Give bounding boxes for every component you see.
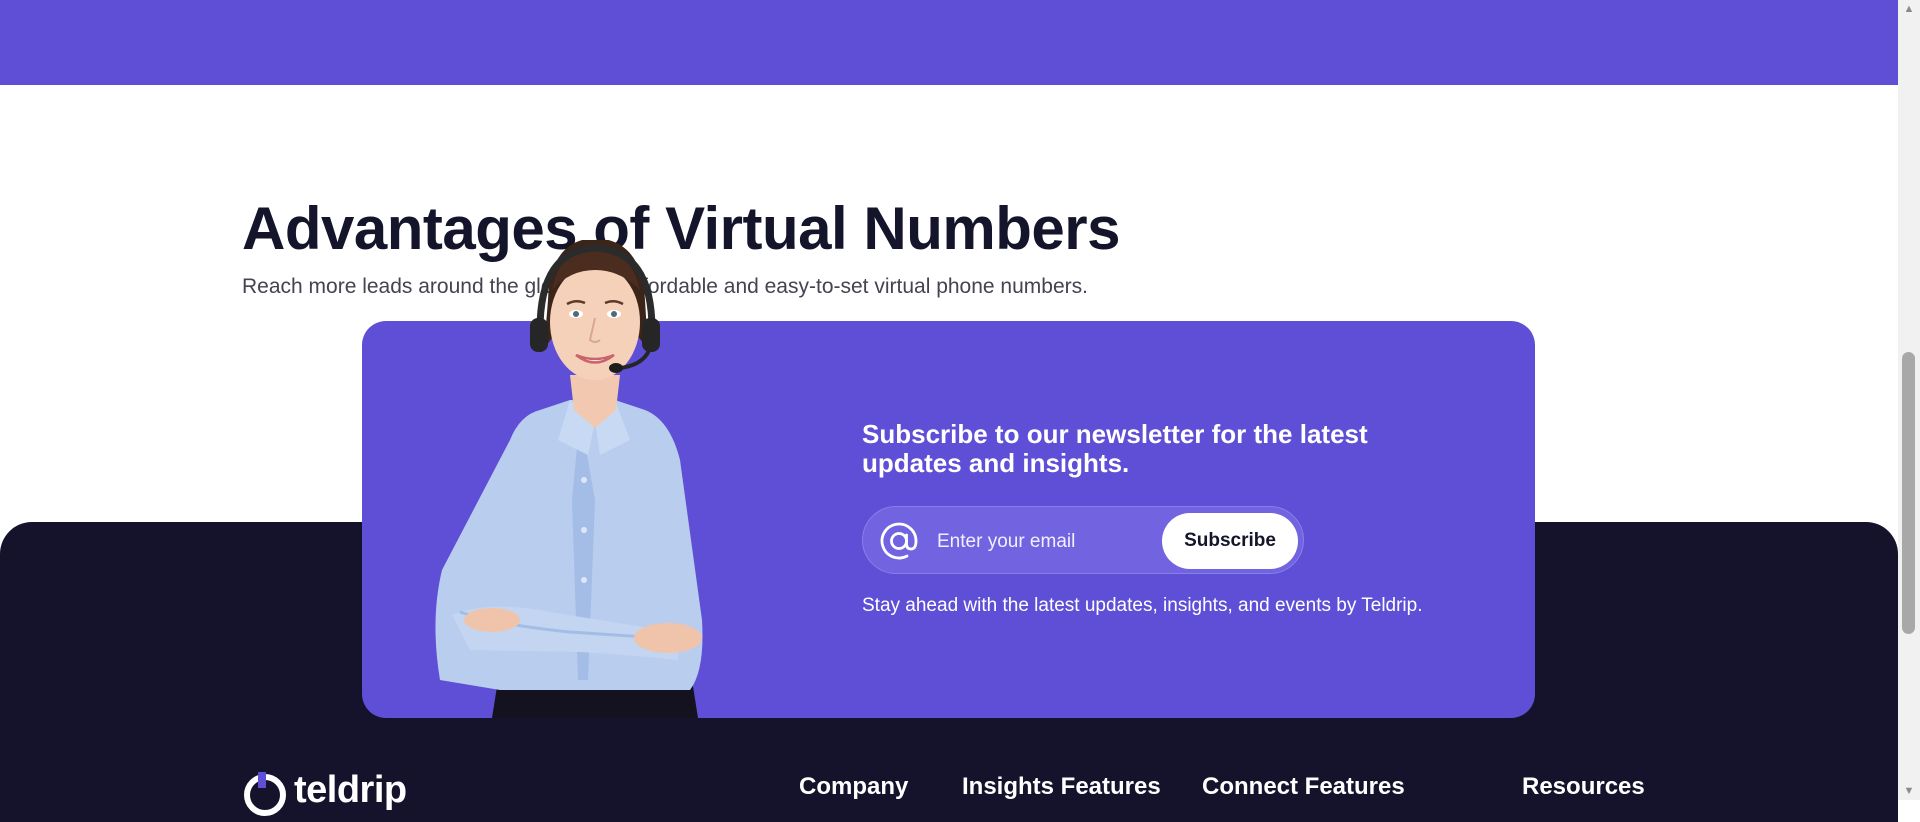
footer-column-insights-features[interactable]: Insights Features <box>962 773 1161 801</box>
teldrip-logo-icon <box>244 772 286 816</box>
footer-logo-text: teldrip <box>294 769 407 811</box>
footer-column-connect-features[interactable]: Connect Features <box>1202 773 1405 801</box>
newsletter-heading: Subscribe to our newsletter for the late… <box>862 419 1368 478</box>
scroll-down-arrow-icon[interactable]: ▼ <box>1898 782 1920 800</box>
support-agent-image <box>435 240 703 718</box>
email-input[interactable] <box>935 521 1149 563</box>
top-purple-band <box>0 0 1898 85</box>
at-icon <box>880 522 918 560</box>
scroll-up-arrow-icon[interactable]: ▲ <box>1898 0 1920 18</box>
newsletter-form: Subscribe <box>862 506 1304 574</box>
footer-logo[interactable]: teldrip <box>242 769 407 816</box>
subscribe-button[interactable]: Subscribe <box>1162 513 1298 569</box>
vertical-scrollbar[interactable]: ▲ ▼ <box>1898 0 1920 800</box>
newsletter-note: Stay ahead with the latest updates, insi… <box>862 595 1423 616</box>
footer-column-company[interactable]: Company <box>799 773 908 801</box>
footer-column-resources[interactable]: Resources <box>1522 773 1645 801</box>
scrollbar-thumb[interactable] <box>1902 352 1915 634</box>
